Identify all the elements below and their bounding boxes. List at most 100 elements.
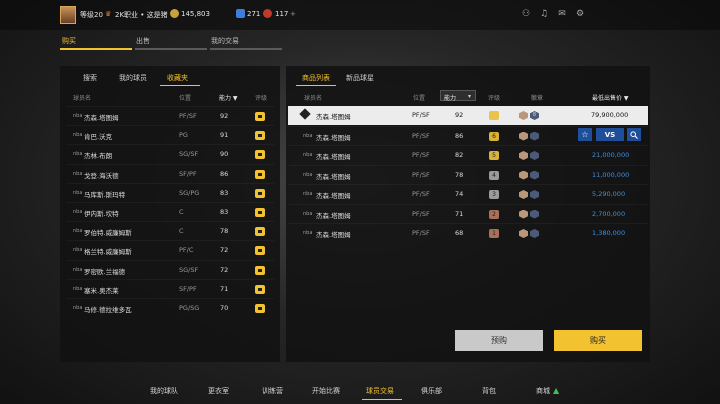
market-col-header-price[interactable]: 最低出售价 ▼ [592,93,629,102]
compare-vs-button[interactable]: VS [596,128,624,141]
rating-sort-dropdown[interactable]: 能力 ▾ [440,90,476,102]
preorder-button[interactable]: 预购 [455,330,543,351]
add-currency-icon[interactable]: + [290,10,296,18]
market-col-header-name[interactable]: 球员名 [304,93,322,102]
badge-hex-icon [519,190,528,199]
tab-my-trades-underline [210,48,282,50]
listing-row[interactable]: nba 杰森.塔图姆 PF/SF 86 6 [288,125,648,145]
badge-count-icon [530,131,539,141]
subtab-listings[interactable]: 商品列表 [302,73,330,83]
bell-icon[interactable]: ♫ [539,9,549,19]
listing-row[interactable]: nba 杰森.塔图姆 PF/SF 82 5 21,000,000 [288,145,648,164]
listing-row[interactable]: nba 杰森.塔图姆 PF/SF 68 1 1,380,000 [288,223,648,242]
store-badge-icon: ▲ [553,386,560,395]
nba-logo-icon: nba [73,189,83,196]
favorite-row[interactable]: nba 伊内斯.坎特 C 83 [66,202,274,221]
profile-icon[interactable]: ⚇ [521,9,531,19]
favorite-row[interactable]: nba 马库斯.斯玛特 SG/PG 83 [66,182,274,202]
player-position: SG/PG [179,188,200,197]
player-name: 戈登.海沃德 [84,171,119,180]
points-amount: 117 [275,10,289,18]
bottom-nav-item[interactable]: 商城 [536,386,550,396]
player-name: 杰森.塔图姆 [316,133,351,142]
bottom-nav-item[interactable]: 球员交易 [366,386,394,396]
settings-icon[interactable]: ⚙ [575,9,585,19]
subtab-search[interactable]: 搜索 [83,73,97,83]
favorite-row[interactable]: nba 杰森.塔图姆 PF/SF 92 [66,106,274,125]
listing-row[interactable]: nba 杰森.塔图姆 PF/SF 71 2 2,700,000 [288,203,648,223]
favorite-row[interactable]: nba 马修.德拉维多瓦 PG/SG 70 [66,298,274,317]
player-name: 杰森.塔图姆 [316,172,351,181]
tier-badge-icon [255,304,265,313]
favorite-star-button[interactable]: ☆ [578,128,592,141]
inspect-search-button[interactable] [627,128,641,141]
vs-label: VS [604,130,616,139]
player-position: PF/SF [412,209,430,218]
chevron-down-icon: ▾ [468,93,472,100]
bottom-nav-item[interactable]: 开始比赛 [312,386,340,396]
favorite-row[interactable]: nba 格兰特.威廉姆斯 PF/C 72 [66,240,274,259]
subtab-favorites[interactable]: 收藏夹 [167,73,188,83]
badge-hex-icon [519,111,528,120]
favorite-row[interactable]: nba 肯巴.沃克 PG 91 [66,125,274,144]
bottom-nav-item[interactable]: 更衣室 [208,386,229,396]
listing-row[interactable]: nba 杰森.塔图姆 PF/SF 78 4 11,000,000 [288,164,648,184]
col-header-name[interactable]: 球员名 [73,93,91,102]
player-name: 格兰特.威廉姆斯 [84,248,132,257]
tab-buy[interactable]: 购买 [62,36,76,46]
listing-row[interactable]: nba 杰森.塔图姆 PF/SF 74 3 5,290,000 [288,184,648,203]
col-header-position[interactable]: 位置 [179,93,191,102]
bottom-nav-item[interactable]: 俱乐部 [421,386,442,396]
player-name: 杰森.塔图姆 [316,211,351,220]
bottom-nav-item[interactable]: 训练营 [262,386,283,396]
player-position: PF/SF [412,190,430,198]
buy-button[interactable]: 购买 [554,330,642,351]
tier-badge-icon: 3 [489,190,499,199]
subtab-my-players[interactable]: 我的球员 [119,73,147,83]
badge-hex-icon [519,170,528,180]
tab-sell[interactable]: 出售 [136,36,150,46]
tier-badge-icon [255,265,265,275]
listing-row[interactable]: 杰森.塔图姆 PF/SF 92 8 79,900,000 [288,106,648,125]
star-icon: ☆ [581,130,589,139]
player-rating: 91 [220,131,229,140]
badge-count-icon [530,190,539,199]
player-position: PF/SF [412,229,430,237]
favorite-row[interactable]: nba 塞米.奥杰莱 SF/PF 71 [66,278,274,298]
tab-my-trades[interactable]: 我的交易 [211,36,239,46]
bottom-nav-item[interactable]: 我的球队 [150,386,178,396]
tier-badge-icon [255,112,265,121]
player-position: C [179,227,184,236]
bottom-nav-item[interactable]: 背包 [482,386,496,396]
favorite-row[interactable]: nba 罗密欧.兰福德 SG/SF 72 [66,259,274,279]
subtab-new-stars[interactable]: 新品球星 [346,73,374,83]
market-col-header-position[interactable]: 位置 [413,93,425,102]
badge-count-icon [530,151,539,160]
message-icon[interactable]: ✉ [557,9,567,19]
player-name: 塞米.奥杰莱 [84,286,119,295]
favorite-row[interactable]: nba 罗伯特.威廉姆斯 C 78 [66,221,274,240]
favorite-row[interactable]: nba 杰林.布朗 SG/SF 90 [66,144,274,163]
tier-badge-icon [255,246,265,256]
player-name: 杰森.塔图姆 [316,113,351,121]
player-position: PF/SF [179,112,197,120]
player-rating: 70 [220,304,229,312]
subtab-favorites-underline [160,85,200,86]
player-name: 罗密欧.兰福德 [84,267,126,276]
tier-badge-icon [255,169,265,179]
badge-count-icon: 8 [530,111,539,120]
player-rating: 71 [220,284,229,293]
avatar[interactable] [60,6,76,24]
player-rating: 82 [455,151,464,159]
lowest-price: 21,000,000 [592,151,630,159]
market-col-header-tier[interactable]: 评级 [488,93,500,102]
player-position: PF/SF [412,131,430,140]
badge-hex-icon [519,209,528,219]
tab-sell-underline [135,48,207,50]
col-header-rating[interactable]: 能力 ▼ [219,93,238,102]
search-icon [630,130,638,139]
col-header-tier[interactable]: 评级 [255,93,267,102]
favorite-row[interactable]: nba 戈登.海沃德 SF/PF 86 [66,163,274,183]
market-col-header-badges[interactable]: 徽章 [531,93,543,102]
nba-logo-icon: nba [73,266,83,273]
